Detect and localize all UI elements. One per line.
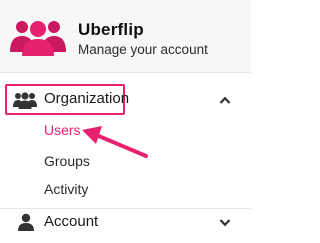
nav-section-organization[interactable]: Organization [0, 74, 251, 126]
sidebar-item-activity[interactable]: Activity [44, 181, 88, 197]
users-icon [13, 92, 37, 109]
chevron-down-icon[interactable] [219, 219, 231, 227]
brand-name: Uberflip [78, 20, 144, 39]
nav-section-label: Account [44, 213, 99, 230]
sidebar-item-users[interactable]: Users [44, 122, 81, 138]
chevron-up-icon[interactable] [219, 96, 231, 104]
users-group-icon [10, 21, 66, 56]
pointer-arrow-icon [82, 126, 148, 158]
brand-subtitle: Manage your account [78, 42, 208, 57]
account-sidebar: Uberflip Manage your account Organizatio… [0, 0, 251, 243]
user-icon [18, 213, 34, 231]
nav-section-label: Organization [44, 90, 130, 107]
nav-section-account[interactable]: Account [0, 208, 251, 243]
sidebar-header: Uberflip Manage your account [0, 0, 251, 73]
